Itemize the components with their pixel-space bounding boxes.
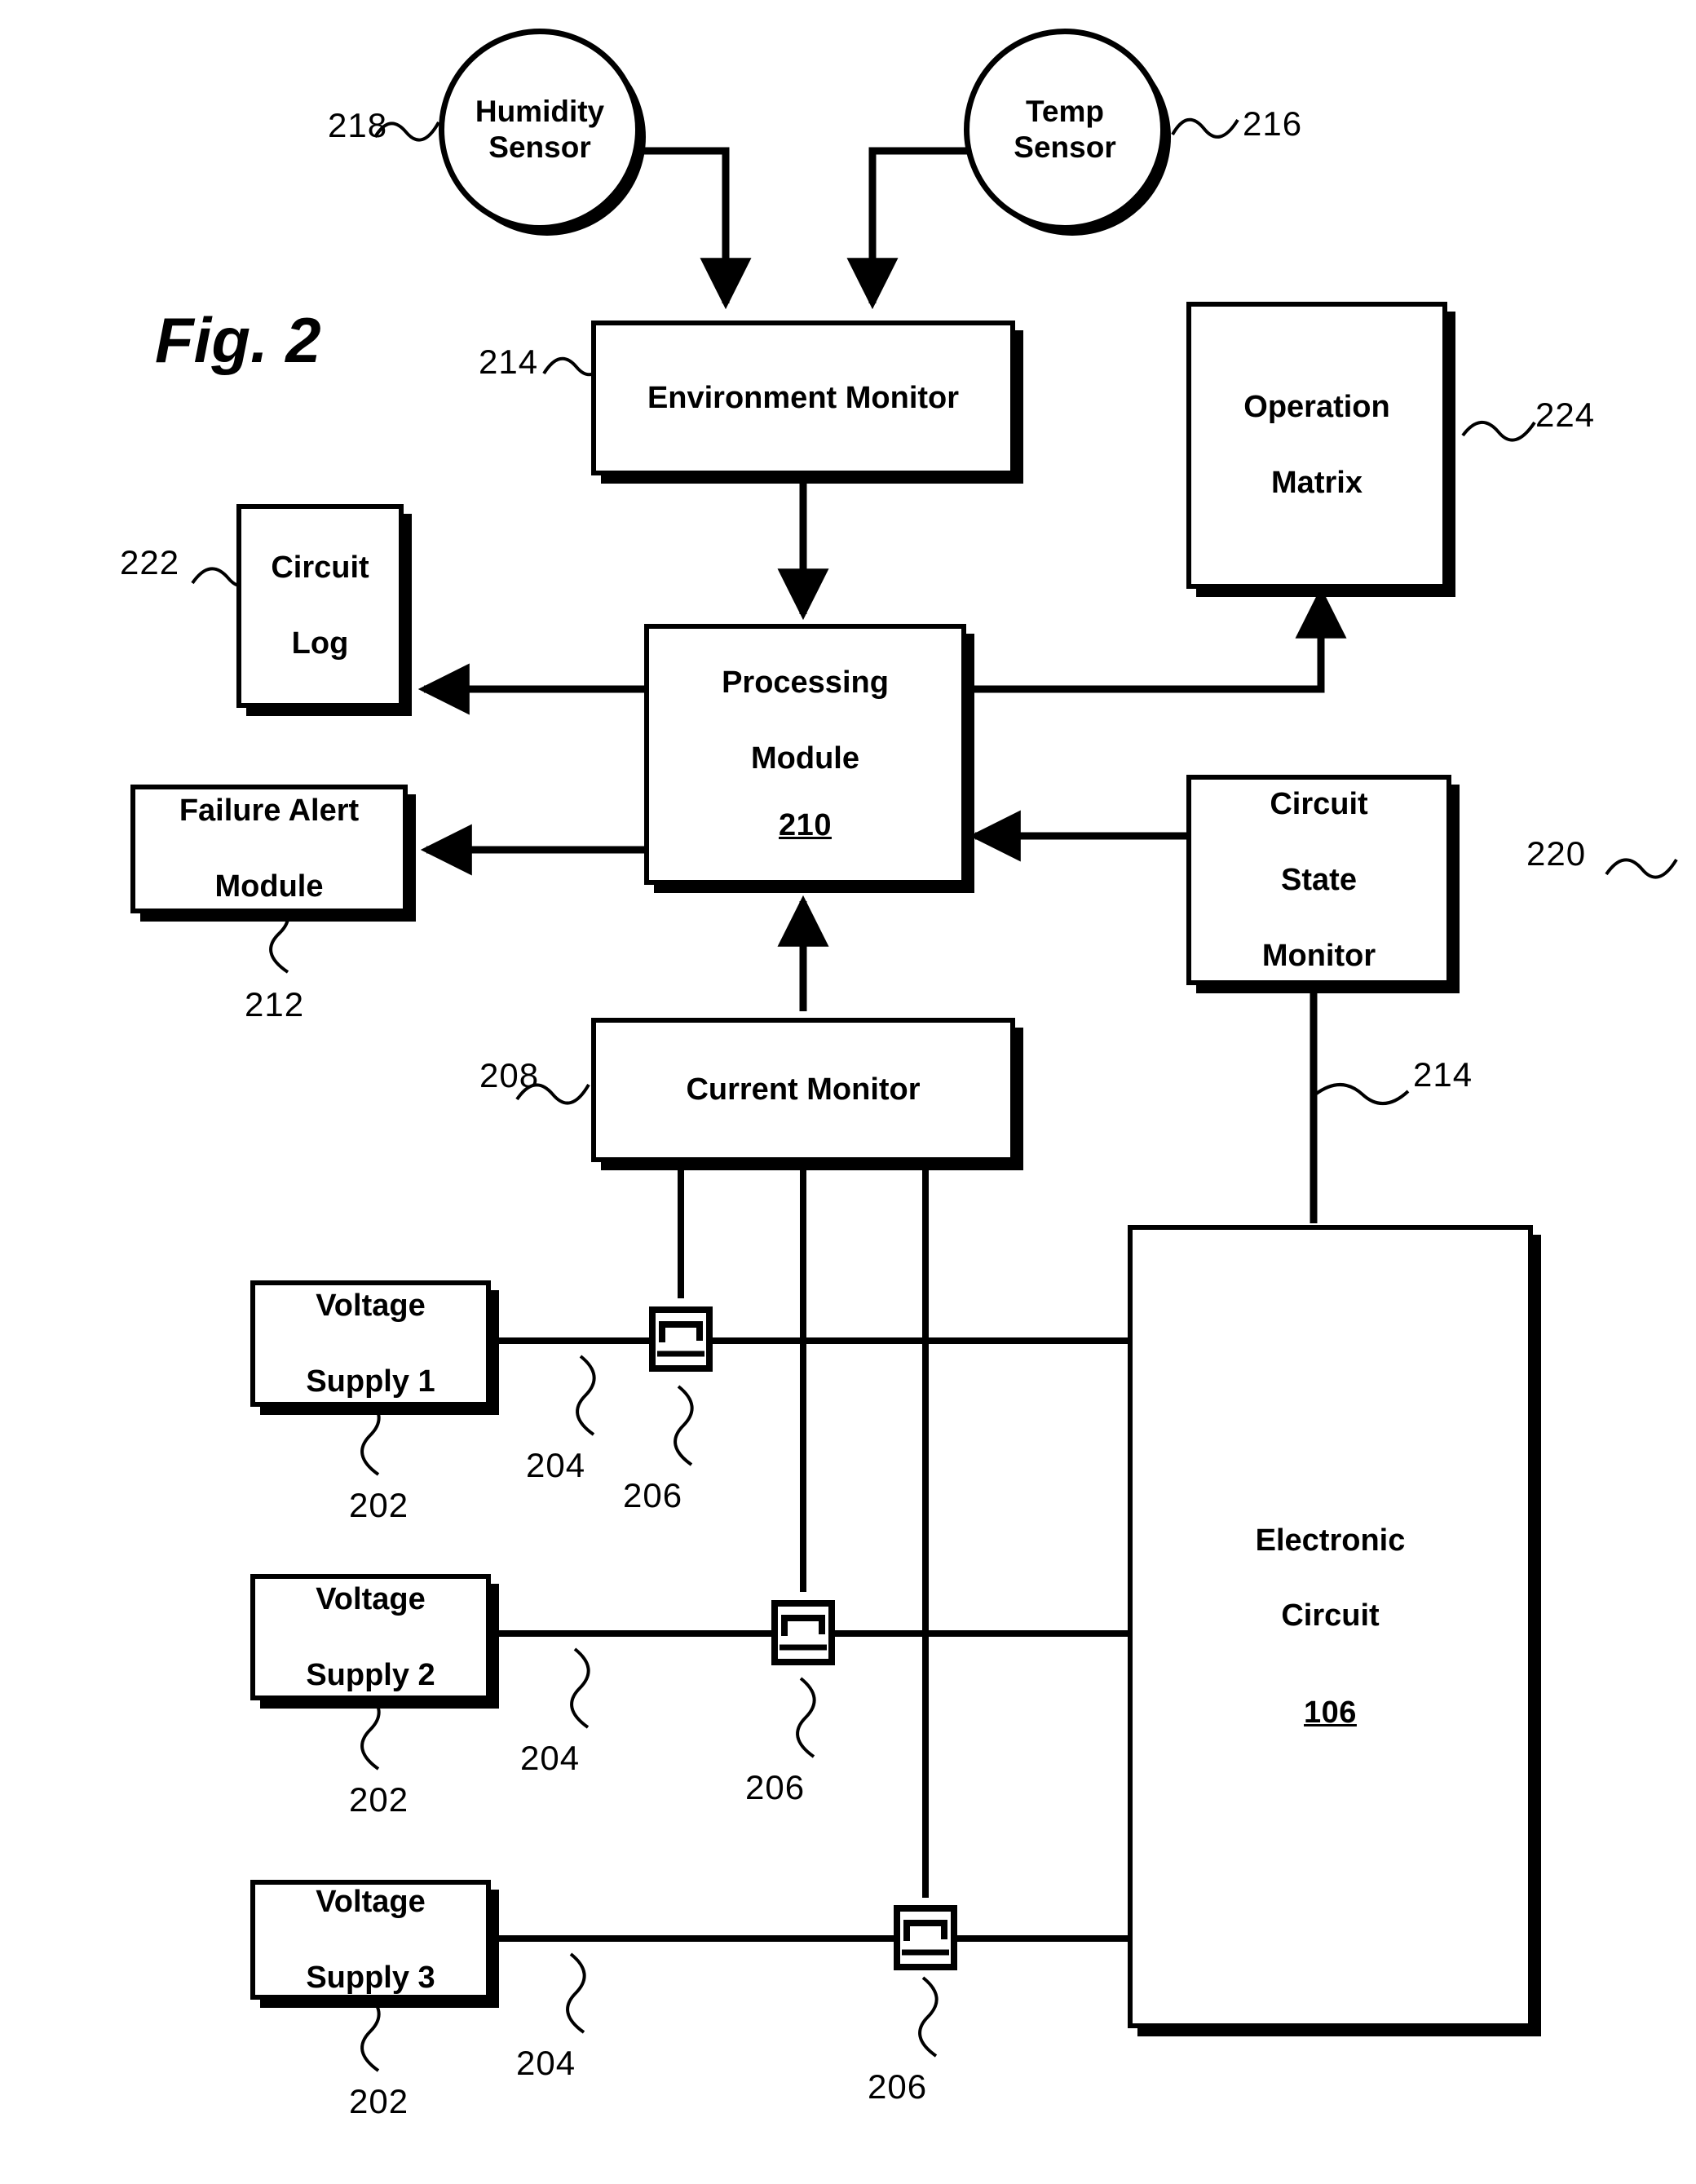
voltage-supply-2-label-line1: Voltage: [316, 1581, 426, 1616]
circuit-state-monitor-block[interactable]: Circuit State Monitor: [1186, 775, 1451, 985]
temp-sensor-label-line2: Sensor: [1014, 130, 1116, 164]
circuit-log-label-line1: Circuit: [271, 550, 369, 586]
circuit-state-monitor-label-line1: Circuit: [1270, 787, 1368, 822]
temp-sensor-node[interactable]: Temp Sensor: [964, 29, 1166, 231]
ref-204-supply-3: 204: [516, 2044, 576, 2082]
temp-sensor-label-line1: Temp: [1026, 94, 1104, 128]
voltage-supply-3-block[interactable]: Voltage Supply 3: [250, 1880, 491, 2000]
leader-220: [1605, 858, 1678, 879]
ref-216: 216: [1243, 104, 1303, 143]
electronic-circuit-refnum: 106: [1304, 1695, 1357, 1730]
voltage-supply-1-block[interactable]: Voltage Supply 1: [250, 1280, 491, 1407]
ref-206-sensor-2: 206: [745, 1768, 806, 1806]
ref-206-sensor-3: 206: [868, 2067, 928, 2106]
ref-224: 224: [1535, 396, 1596, 434]
humidity-sensor-label-line2: Sensor: [488, 130, 591, 164]
leader-206-3: [918, 1976, 939, 2058]
ref-222: 222: [120, 543, 180, 581]
leader-214-cs: [1314, 1083, 1410, 1106]
environment-monitor-label: Environment Monitor: [647, 380, 960, 415]
circuit-log-label-line2: Log: [291, 626, 349, 661]
voltage-supply-1-label-line2: Supply 1: [306, 1364, 435, 1399]
circuit-state-monitor-label-line3: Monitor: [1261, 938, 1376, 973]
current-monitor-label: Current Monitor: [686, 1072, 921, 1107]
ref-214-environment-monitor: 214: [479, 343, 539, 381]
operation-matrix-label-line1: Operation: [1243, 390, 1390, 425]
wire-temp-to-environment-monitor: [846, 147, 970, 310]
leader-216: [1171, 117, 1239, 139]
ref-218: 218: [328, 106, 388, 144]
leader-204-1: [576, 1355, 596, 1436]
ref-202-supply-3: 202: [349, 2082, 409, 2120]
humidity-sensor-label-line1: Humidity: [475, 94, 605, 128]
leader-202-3: [360, 1991, 381, 2072]
failure-alert-module-label-line1: Failure Alert: [179, 794, 360, 829]
electronic-circuit-block[interactable]: Electronic Circuit 106: [1128, 1225, 1533, 2028]
environment-monitor-block[interactable]: Environment Monitor: [591, 321, 1015, 475]
current-sensor-icon[interactable]: [771, 1600, 835, 1665]
ref-204-supply-1: 204: [526, 1446, 586, 1484]
voltage-supply-2-block[interactable]: Voltage Supply 2: [250, 1574, 491, 1700]
leader-202-2: [360, 1689, 381, 1771]
ref-202-supply-1: 202: [349, 1486, 409, 1524]
leader-202-1: [360, 1395, 381, 1476]
ref-220: 220: [1526, 834, 1587, 873]
electronic-circuit-label-line2: Circuit: [1281, 1598, 1380, 1634]
leader-206-1: [674, 1385, 694, 1466]
operation-matrix-block[interactable]: Operation Matrix: [1186, 302, 1447, 589]
patent-figure-page: Fig. 2 Humidity Sensor 218 Temp Sensor 2…: [0, 0, 1696, 2184]
processing-module-block[interactable]: Processing Module 210: [644, 624, 966, 885]
operation-matrix-label-line2: Matrix: [1271, 466, 1363, 501]
leader-204-3: [566, 1952, 586, 2034]
current-sensor-icon[interactable]: [894, 1905, 957, 1970]
voltage-supply-3-label-line2: Supply 3: [306, 1960, 435, 1995]
circuit-log-block[interactable]: Circuit Log: [236, 504, 404, 708]
ref-202-supply-2: 202: [349, 1780, 409, 1819]
ref-208: 208: [479, 1056, 540, 1094]
ref-204-supply-2: 204: [520, 1739, 581, 1777]
voltage-supply-1-label-line1: Voltage: [316, 1288, 426, 1323]
processing-module-label-line1: Processing: [722, 665, 889, 701]
voltage-supply-2-label-line2: Supply 2: [306, 1657, 435, 1692]
voltage-supply-3-label-line1: Voltage: [316, 1884, 426, 1919]
failure-alert-module-block[interactable]: Failure Alert Module: [130, 785, 408, 913]
processing-module-label-line2: Module: [751, 741, 859, 776]
figure-title: Fig. 2: [155, 304, 321, 376]
wire-humidity-to-environment-monitor: [638, 147, 752, 310]
wire-processing-module-to-operation-matrix: [966, 586, 1347, 693]
ref-206-sensor-1: 206: [623, 1476, 683, 1514]
processing-module-refnum: 210: [779, 808, 832, 843]
leader-206-2: [796, 1677, 816, 1758]
humidity-sensor-node[interactable]: Humidity Sensor: [439, 29, 641, 231]
leader-204-2: [570, 1647, 590, 1729]
failure-alert-module-label-line2: Module: [214, 869, 324, 904]
circuit-state-monitor-label-line2: State: [1281, 862, 1357, 897]
ref-212: 212: [245, 985, 305, 1023]
ref-214-circuit-state-link: 214: [1413, 1055, 1473, 1094]
current-sensor-icon[interactable]: [649, 1306, 713, 1372]
leader-224: [1461, 421, 1536, 442]
current-monitor-block[interactable]: Current Monitor: [591, 1018, 1015, 1162]
electronic-circuit-label-line1: Electronic: [1255, 1523, 1406, 1558]
